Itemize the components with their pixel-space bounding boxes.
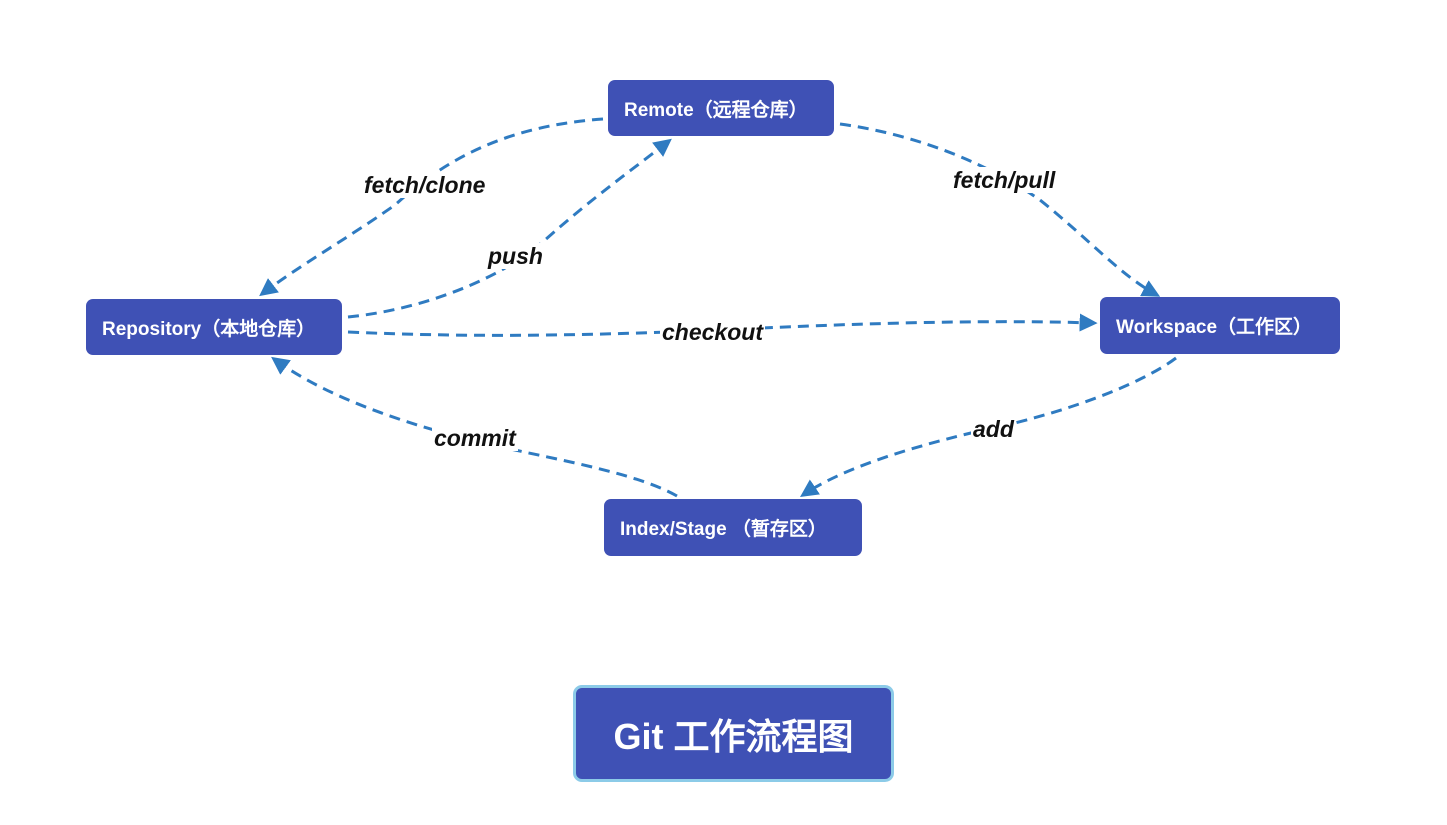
edge-label-add: add <box>971 416 1016 442</box>
node-repository: Repository（本地仓库） <box>86 299 342 355</box>
edge-label-fetch-pull: fetch/pull <box>951 167 1058 193</box>
edge-label-push: push <box>486 243 545 269</box>
node-index-stage: Index/Stage （暂存区） <box>604 499 862 556</box>
node-workspace: Workspace（工作区） <box>1100 297 1340 354</box>
arrow-push <box>347 138 672 319</box>
arrow-fetch-pull <box>839 122 1161 297</box>
node-remote: Remote（远程仓库） <box>608 80 834 136</box>
edge-label-checkout: checkout <box>660 319 765 345</box>
diagram-title: Git 工作流程图 <box>573 685 894 782</box>
edge-label-commit: commit <box>432 425 518 451</box>
edge-label-fetch-clone: fetch/clone <box>362 172 488 198</box>
arrow-fetch-clone <box>259 117 604 297</box>
